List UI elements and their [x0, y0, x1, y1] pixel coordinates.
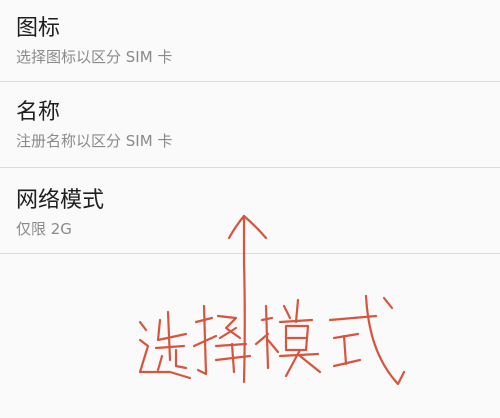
setting-title: 图标: [16, 16, 61, 41]
setting-subtitle: 注册名称以区分 SIM 卡: [16, 132, 173, 150]
setting-title: 名称: [16, 100, 61, 125]
handwritten-text: [138, 294, 406, 386]
setting-item-icon[interactable]: 图标 选择图标以区分 SIM 卡: [0, 0, 500, 82]
setting-item-name[interactable]: 名称 注册名称以区分 SIM 卡: [0, 82, 500, 168]
setting-item-network-mode[interactable]: 网络模式 仅限 2G: [0, 168, 500, 254]
setting-title: 网络模式: [16, 188, 105, 213]
settings-list: 图标 选择图标以区分 SIM 卡 名称 注册名称以区分 SIM 卡 网络模式 仅…: [0, 0, 500, 254]
setting-subtitle: 仅限 2G: [16, 220, 72, 238]
setting-subtitle: 选择图标以区分 SIM 卡: [16, 48, 173, 66]
